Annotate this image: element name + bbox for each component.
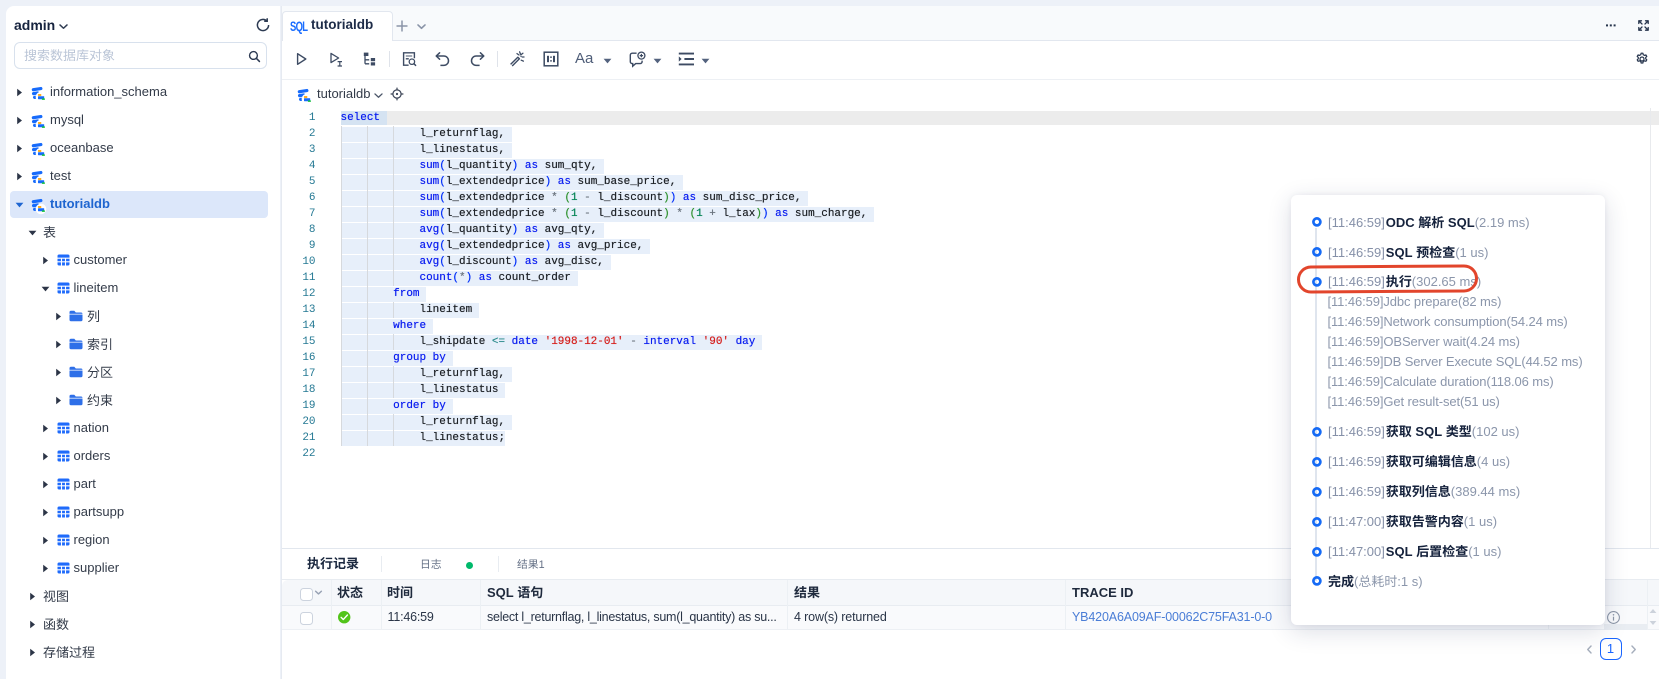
svg-text:SQL: SQL — [1385, 544, 1415, 559]
svg-text:(102 us): (102 us) — [1471, 424, 1519, 439]
svg-text:SQL: SQL — [1411, 424, 1445, 439]
svg-text:(4 us): (4 us) — [1476, 454, 1509, 469]
svg-text:ODC: ODC — [1385, 215, 1418, 230]
svg-text:SQL: SQL — [487, 585, 517, 600]
svg-text:(1 us): (1 us) — [1463, 514, 1496, 529]
svg-text:[11:46:59]: [11:46:59] — [1328, 424, 1385, 439]
svg-text:[11:47:00]: [11:47:00] — [1328, 544, 1385, 559]
svg-text:(1 us): (1 us) — [1455, 245, 1488, 260]
svg-text:[11:46:59]: [11:46:59] — [1328, 245, 1385, 260]
svg-text:[11:46:59]: [11:46:59] — [1328, 484, 1385, 499]
svg-text:(2.19 ms): (2.19 ms) — [1474, 215, 1529, 230]
svg-text:1: 1 — [538, 559, 544, 571]
svg-text:[11:46:59]: [11:46:59] — [1328, 215, 1385, 230]
svg-text:(: ( — [1354, 574, 1359, 589]
svg-text:[11:46:59]: [11:46:59] — [1328, 454, 1385, 469]
svg-text:[11:47:00]: [11:47:00] — [1328, 514, 1385, 529]
svg-text:SQL: SQL — [1385, 245, 1415, 260]
svg-text::1 s): :1 s) — [1397, 574, 1422, 589]
svg-text:(1 us): (1 us) — [1468, 544, 1501, 559]
svg-text:(389.44 ms): (389.44 ms) — [1450, 484, 1519, 499]
svg-text:SQL: SQL — [1444, 215, 1474, 230]
